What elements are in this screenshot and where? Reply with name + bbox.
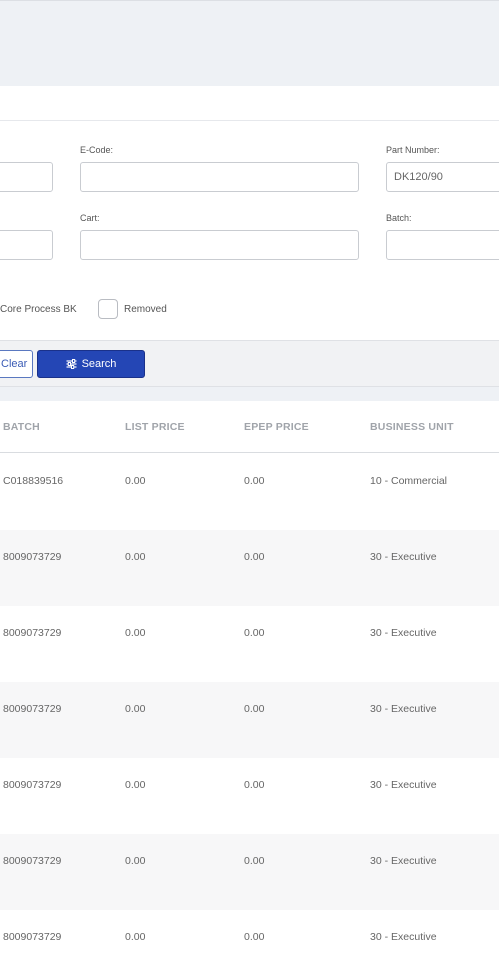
cell-epep-price: 0.00 (244, 627, 265, 639)
table-row[interactable]: 8009073729 0.00 0.00 30 - Executive (0, 834, 499, 910)
left-field-row2[interactable] (0, 230, 53, 260)
clear-button[interactable]: Clear (0, 350, 33, 378)
cell-batch: 8009073729 (3, 627, 62, 639)
removed-checkbox-label[interactable]: Removed (124, 304, 167, 315)
column-header-epep-price[interactable]: EPEP PRICE (244, 421, 309, 433)
column-header-business-unit[interactable]: BUSINESS UNIT (370, 421, 454, 433)
cell-batch: 8009073729 (3, 931, 62, 943)
removed-checkbox[interactable] (98, 299, 118, 319)
cell-business-unit: 30 - Executive (370, 779, 437, 791)
cell-business-unit: 30 - Executive (370, 931, 437, 943)
cell-batch: 8009073729 (3, 551, 62, 563)
part-number-input[interactable] (386, 162, 499, 192)
table-row[interactable]: 8009073729 0.00 0.00 30 - Executive (0, 682, 499, 758)
cell-list-price: 0.00 (125, 703, 146, 715)
cell-business-unit: 30 - Executive (370, 627, 437, 639)
column-header-batch[interactable]: BATCH (3, 421, 40, 433)
left-field-row1[interactable] (0, 162, 53, 192)
table-row[interactable]: 8009073729 0.00 0.00 30 - Executive (0, 910, 499, 956)
cell-batch: 8009073729 (3, 855, 62, 867)
cell-business-unit: 30 - Executive (370, 703, 437, 715)
table-row[interactable]: 8009073729 0.00 0.00 30 - Executive (0, 758, 499, 834)
cell-business-unit: 30 - Executive (370, 855, 437, 867)
cell-list-price: 0.00 (125, 779, 146, 791)
cell-epep-price: 0.00 (244, 931, 265, 943)
cell-epep-price: 0.00 (244, 703, 265, 715)
ecode-label: E-Code: (80, 145, 114, 155)
cart-label: Cart: (80, 213, 100, 223)
cell-batch: 8009073729 (3, 703, 62, 715)
cell-list-price: 0.00 (125, 627, 146, 639)
table-row[interactable]: 8009073729 0.00 0.00 30 - Executive (0, 606, 499, 682)
cell-epep-price: 0.00 (244, 855, 265, 867)
top-header-band (0, 0, 499, 86)
table-spacer (0, 387, 499, 401)
cell-list-price: 0.00 (125, 475, 146, 487)
batch-label: Batch: (386, 213, 412, 223)
cell-business-unit: 10 - Commercial (370, 475, 448, 487)
batch-input[interactable] (386, 230, 499, 260)
cell-epep-price: 0.00 (244, 475, 265, 487)
clear-button-label: Clear (1, 358, 28, 370)
core-process-checkbox-label[interactable]: Core Process BK (0, 304, 77, 315)
cell-list-price: 0.00 (125, 931, 146, 943)
search-button[interactable]: Search (37, 350, 145, 378)
table-row[interactable]: 8009073729 0.00 0.00 30 - Executive (0, 530, 499, 606)
part-number-label: Part Number: (386, 145, 440, 155)
filter-sliders-icon (66, 359, 77, 369)
table-row[interactable]: C018839516 0.00 0.00 10 - Commercial (0, 454, 499, 530)
column-header-list-price[interactable]: LIST PRICE (125, 421, 185, 433)
cell-epep-price: 0.00 (244, 779, 265, 791)
search-button-label: Search (81, 358, 117, 370)
cell-business-unit: 30 - Executive (370, 551, 437, 563)
cell-list-price: 0.00 (125, 551, 146, 563)
divider (0, 120, 499, 121)
cell-batch: 8009073729 (3, 779, 62, 791)
cell-batch: C018839516 (3, 475, 64, 487)
cell-list-price: 0.00 (125, 855, 146, 867)
cell-epep-price: 0.00 (244, 551, 265, 563)
ecode-input[interactable] (80, 162, 359, 192)
cart-input[interactable] (80, 230, 359, 260)
